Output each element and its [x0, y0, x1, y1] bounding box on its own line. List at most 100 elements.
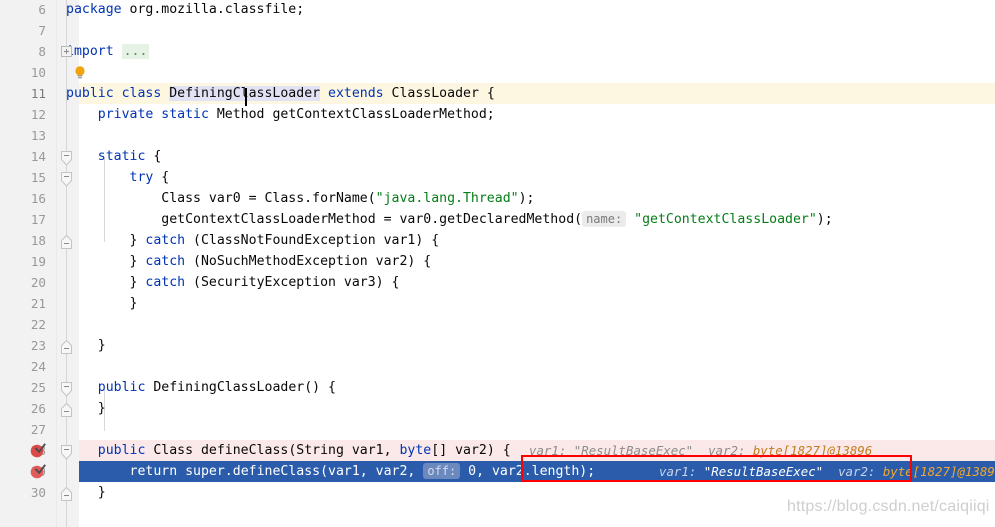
line-text[interactable]: try { — [66, 167, 170, 188]
line-text[interactable]: public Class defineClass(String var1, by… — [66, 440, 511, 461]
line-number: 23 — [30, 338, 46, 353]
line-text[interactable]: } catch (ClassNotFoundException var1) { — [66, 230, 440, 251]
code-token: } — [66, 275, 146, 290]
code-line[interactable]: 16 Class var0 = Class.forName("java.lang… — [0, 188, 995, 209]
debug-var-name: var2: — [708, 443, 746, 458]
line-text[interactable]: static { — [66, 146, 162, 167]
line-number: 8 — [38, 44, 46, 59]
line-number: 25 — [30, 380, 46, 395]
line-text[interactable]: public class DefiningClassLoader extends… — [66, 83, 495, 104]
text-caret — [245, 88, 247, 106]
code-token: } — [66, 296, 138, 311]
keyword-token: try — [129, 170, 154, 185]
code-line[interactable]: 27 — [0, 419, 995, 440]
line-text[interactable]: } catch (SecurityException var3) { — [66, 272, 400, 293]
code-line[interactable]: 30 } — [0, 482, 995, 503]
code-line[interactable]: 21 } — [0, 293, 995, 314]
fold-collapse-top-icon[interactable] — [61, 445, 72, 460]
line-number: 16 — [30, 191, 46, 206]
inline-debug-value-row: var1: "ResultBaseExec" var2: byte[1827]@… — [529, 440, 872, 461]
code-line[interactable]: 13 — [0, 125, 995, 146]
code-line[interactable]: 22 — [0, 314, 995, 335]
code-line[interactable]: 6 package org.mozilla.classfile; — [0, 0, 995, 20]
fold-collapse-top-icon[interactable] — [61, 382, 72, 397]
line-number: 13 — [30, 128, 46, 143]
line-number: 11 — [30, 86, 46, 101]
line-text[interactable]: return super.defineClass(var1, var2, off… — [66, 461, 595, 482]
code-token: [] var2) { — [431, 443, 511, 458]
code-line[interactable]: 10 — [0, 62, 995, 83]
keyword-token: private static — [97, 107, 209, 122]
keyword-token: catch — [145, 233, 186, 248]
code-line[interactable]: 26 } — [0, 398, 995, 419]
code-line[interactable]: 24 — [0, 356, 995, 377]
debug-var-name: var2: — [838, 464, 876, 479]
line-text[interactable]: package org.mozilla.classfile; — [66, 0, 304, 20]
code-line[interactable]: 14 static { — [0, 146, 995, 167]
code-token: } — [66, 233, 146, 248]
code-line[interactable]: 20 } catch (SecurityException var3) { — [0, 272, 995, 293]
breakpoint-current-icon[interactable] — [30, 464, 47, 484]
fold-collapse-bottom-icon[interactable] — [61, 402, 72, 417]
line-number: 17 — [30, 212, 46, 227]
code-line[interactable]: 25 public DefiningClassLoader() { — [0, 377, 995, 398]
fold-collapse-bottom-icon[interactable] — [61, 486, 72, 501]
keyword-token: return — [129, 464, 178, 479]
inline-debug-value-row: var1: "ResultBaseExec" var2: byte[1827]@… — [659, 461, 995, 482]
keyword-token: public class — [66, 86, 170, 101]
line-text[interactable]: } catch (NoSuchMethodException var2) { — [66, 251, 432, 272]
line-number: 22 — [30, 317, 46, 332]
fold-expand-icon[interactable] — [61, 46, 72, 57]
code-token: (ClassNotFoundException var1) { — [185, 233, 440, 248]
keyword-token: byte — [399, 443, 432, 458]
code-line[interactable]: 7 — [0, 20, 995, 41]
keyword-token: public — [97, 443, 146, 458]
debug-var-value: "ResultBaseExec" — [703, 464, 824, 479]
line-text[interactable]: getContextClassLoaderMethod = var0.getDe… — [66, 209, 833, 230]
code-line[interactable]: 18 } catch (ClassNotFoundException var1)… — [0, 230, 995, 251]
fold-collapse-bottom-icon[interactable] — [61, 339, 72, 354]
keyword-token: catch — [145, 254, 186, 269]
code-line[interactable]: 19 } catch (NoSuchMethodException var2) … — [0, 251, 995, 272]
line-number: 21 — [30, 296, 46, 311]
code-line[interactable]: 8 import ... — [0, 41, 995, 62]
code-token: (SecurityException var3) { — [185, 275, 400, 290]
code-token: getContextClassLoaderMethod = var0.getDe… — [66, 212, 583, 227]
code-token: DefiningClassLoader() { — [145, 380, 336, 395]
line-text[interactable]: public DefiningClassLoader() { — [66, 377, 336, 398]
line-text[interactable]: Class var0 = Class.forName("java.lang.Th… — [66, 188, 534, 209]
breakpoint-verified-icon[interactable] — [30, 443, 47, 463]
fold-collapse-top-icon[interactable] — [61, 172, 72, 187]
string-token: "getContextClassLoader" — [634, 212, 817, 227]
line-number: 12 — [30, 107, 46, 122]
code-token: super.defineClass(var1, var2, — [177, 464, 424, 479]
code-token: Class defineClass(String var1, — [145, 443, 400, 458]
line-text[interactable]: import ... — [66, 41, 150, 62]
line-number: 7 — [38, 23, 46, 38]
code-token: } — [66, 254, 146, 269]
parameter-hint-chip: off: — [423, 463, 461, 479]
line-number: 6 — [38, 2, 46, 17]
code-line[interactable]: 17 getContextClassLoaderMethod = var0.ge… — [0, 209, 995, 230]
debug-var-value: byte[1827]@13896 — [882, 464, 995, 479]
fold-collapse-top-icon[interactable] — [61, 151, 72, 166]
code-line[interactable]: 12 private static Method getContextClass… — [0, 104, 995, 125]
line-text[interactable]: private static Method getContextClassLoa… — [66, 104, 495, 125]
lightbulb-icon[interactable] — [73, 65, 87, 80]
folded-region-placeholder[interactable]: ... — [121, 44, 150, 59]
line-number: 30 — [30, 485, 46, 500]
code-token: ); — [816, 212, 833, 227]
fold-collapse-bottom-icon[interactable] — [61, 234, 72, 249]
gutter-separator — [56, 0, 57, 527]
code-line[interactable]: 23 } — [0, 335, 995, 356]
code-token: org.mozilla.classfile; — [121, 2, 305, 17]
line-number: 24 — [30, 359, 46, 374]
code-line[interactable]: 15 try { — [0, 167, 995, 188]
code-token: Method getContextClassLoaderMethod; — [208, 107, 495, 122]
line-text[interactable]: } — [66, 293, 138, 314]
line-number: 18 — [30, 233, 46, 248]
code-token: Class var0 = Class.forName( — [66, 191, 376, 206]
debug-var-value: "ResultBaseExec" — [573, 443, 694, 458]
